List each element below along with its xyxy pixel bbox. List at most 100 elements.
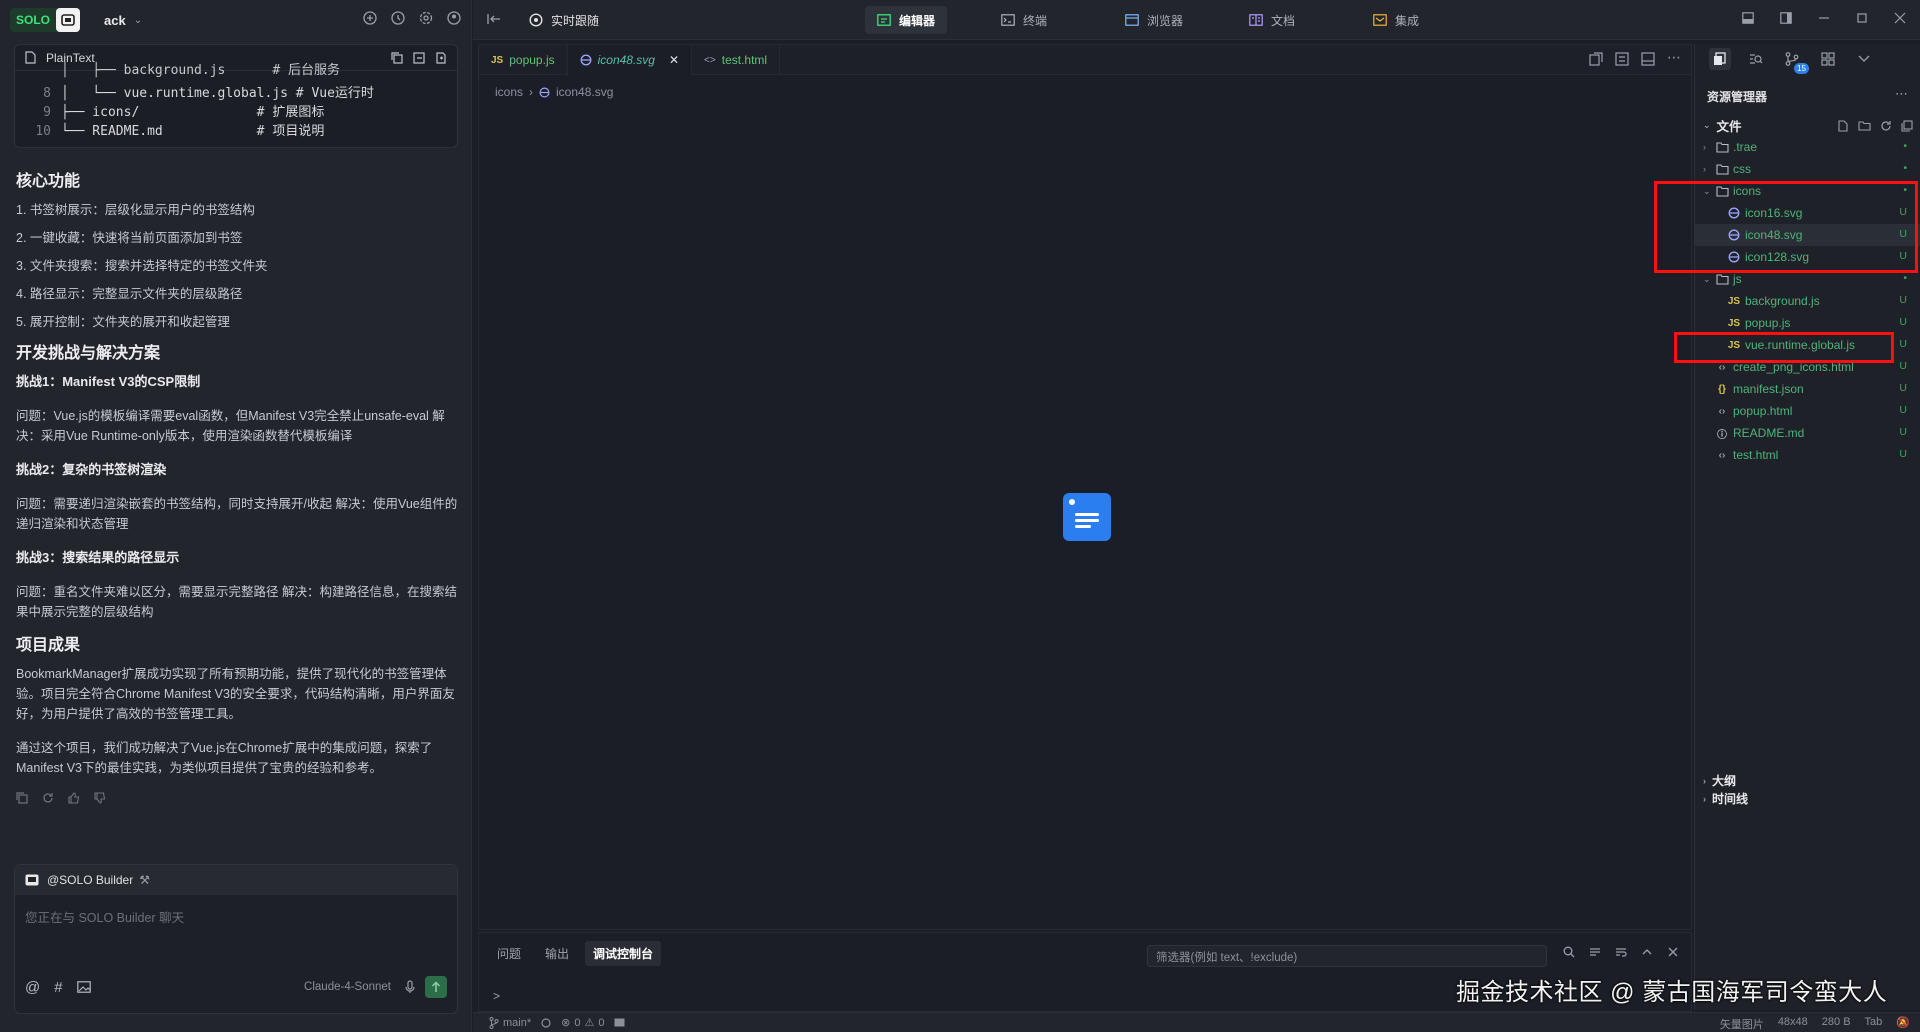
- microphone-icon[interactable]: [405, 980, 415, 994]
- branch-indicator[interactable]: main*: [489, 1016, 531, 1029]
- chat-input[interactable]: 您正在与 SOLO Builder 聊天: [15, 895, 457, 965]
- error-count: 0: [574, 1016, 581, 1029]
- chat-input-footer: @ # Claude-4-Sonnet: [15, 965, 457, 1009]
- account-icon[interactable]: [446, 10, 462, 26]
- git-status-badge: U: [1899, 382, 1907, 394]
- git-status-badge: U: [1899, 294, 1907, 306]
- tab-debug-console[interactable]: 调试控制台: [585, 941, 662, 966]
- refresh-icon[interactable]: [1880, 120, 1892, 132]
- close-panel-icon[interactable]: [1667, 946, 1679, 958]
- editor-icon: [877, 14, 891, 26]
- close-icon[interactable]: [1894, 12, 1906, 24]
- more-icon[interactable]: ⋯: [1667, 50, 1681, 66]
- html-file-icon: ‹›: [1718, 361, 1726, 373]
- solo-badge[interactable]: SOLO: [10, 8, 81, 32]
- timeline-section[interactable]: › 时间线: [1703, 790, 1748, 807]
- tree-item[interactable]: {} manifest.json U: [1695, 378, 1920, 400]
- breadcrumb-file[interactable]: icon48.svg: [556, 85, 613, 99]
- svg-file-icon: [580, 54, 592, 66]
- chevron-down-icon[interactable]: ⌄: [134, 15, 142, 26]
- send-button[interactable]: [425, 976, 447, 998]
- minimize-icon[interactable]: [1818, 12, 1830, 24]
- outline-section[interactable]: › 大纲: [1703, 772, 1736, 789]
- problems-indicator[interactable]: ⊗ 0 ⚠ 0: [561, 1016, 604, 1030]
- tab-browser[interactable]: 浏览器: [1113, 6, 1195, 34]
- collapse-panel-icon[interactable]: [487, 13, 501, 25]
- notifications-icon[interactable]: 🔕: [1896, 1016, 1910, 1032]
- new-folder-icon[interactable]: [1858, 120, 1871, 132]
- window-controls: [1742, 12, 1906, 24]
- close-tab-icon[interactable]: ✕: [669, 53, 679, 67]
- copy-icon[interactable]: [16, 792, 28, 804]
- tree-item[interactable]: ‹› popup.html U: [1695, 400, 1920, 422]
- open-preview-icon[interactable]: [1589, 52, 1603, 66]
- live-follow-button[interactable]: 实时跟随: [517, 6, 611, 34]
- code-block: PlainText │ ├── background.js # 后台服务 8 │ …: [14, 44, 458, 148]
- search-icon[interactable]: [1563, 946, 1575, 958]
- source-control-icon[interactable]: 15: [1781, 48, 1809, 74]
- model-selector[interactable]: Claude-4-Sonnet: [304, 981, 391, 993]
- breadcrumb-separator: ›: [529, 85, 534, 99]
- breadcrumb-folder[interactable]: icons: [495, 85, 523, 99]
- tab-output[interactable]: 输出: [537, 941, 577, 966]
- tree-item[interactable]: › css •: [1695, 158, 1920, 180]
- image-icon[interactable]: [76, 981, 91, 993]
- tab-integrations[interactable]: 集成: [1361, 6, 1431, 34]
- console-prompt[interactable]: >: [493, 989, 500, 1003]
- extensions-icon[interactable]: [1817, 48, 1839, 70]
- heading-results: 项目成果: [16, 637, 81, 654]
- compare-icon[interactable]: [1615, 52, 1629, 66]
- tab-editor-label: 编辑器: [899, 13, 936, 28]
- filter-input[interactable]: 筛选器(例如 text、!exclude): [1147, 945, 1547, 967]
- indent-mode[interactable]: Tab: [1865, 1016, 1883, 1032]
- agent-selector[interactable]: @SOLO Builder ⚒: [15, 865, 457, 895]
- json-file-icon: {}: [1718, 383, 1726, 395]
- feature-item: 5. 展开控制：文件夹的展开和收起管理: [16, 315, 230, 329]
- split-editor-icon[interactable]: [1641, 52, 1655, 66]
- thumbs-down-icon[interactable]: [94, 792, 106, 804]
- editor-tab-test-html[interactable]: <> test.html: [692, 45, 781, 75]
- search-icon[interactable]: [1745, 48, 1767, 70]
- chevron-down-icon[interactable]: [1853, 48, 1875, 70]
- chevron-up-icon[interactable]: [1641, 946, 1653, 958]
- word-wrap-icon[interactable]: [1615, 946, 1627, 958]
- tab-terminal[interactable]: 终端: [989, 6, 1059, 34]
- maximize-icon[interactable]: [1856, 12, 1868, 24]
- explorer-tabs: 15: [1709, 48, 1875, 74]
- files-icon[interactable]: [1709, 48, 1731, 70]
- thumbs-up-icon[interactable]: [68, 792, 80, 804]
- hash-icon[interactable]: #: [54, 979, 62, 996]
- new-file-icon[interactable]: [1837, 119, 1849, 132]
- clear-icon[interactable]: [1589, 946, 1601, 958]
- regenerate-icon[interactable]: [42, 792, 54, 804]
- tree-item[interactable]: JS popup.js U: [1695, 312, 1920, 334]
- terminal-icon[interactable]: [614, 1018, 625, 1027]
- new-chat-icon[interactable]: [362, 10, 378, 26]
- history-icon[interactable]: [390, 10, 406, 26]
- tree-item[interactable]: ⓘ README.md U: [1695, 422, 1920, 444]
- settings-icon[interactable]: [418, 10, 434, 26]
- editor-tab-popup-js[interactable]: JS popup.js: [479, 45, 568, 75]
- tab-docs[interactable]: 文档: [1237, 6, 1307, 34]
- folder-open-icon: [1715, 273, 1729, 285]
- tree-item[interactable]: JS background.js U: [1695, 290, 1920, 312]
- file-size: 280 B: [1821, 1016, 1851, 1028]
- tab-problems[interactable]: 问题: [489, 941, 529, 966]
- collapse-all-icon[interactable]: [1901, 119, 1913, 132]
- files-section-label: 文件: [1716, 120, 1742, 134]
- file-type[interactable]: 矢量图片: [1720, 1016, 1764, 1032]
- editor-tab-icon48-svg[interactable]: icon48.svg ✕: [567, 45, 693, 75]
- html-file-icon: ‹›: [1718, 449, 1726, 461]
- code-line: 8 │ └── vue.runtime.global.js # Vue运行时: [25, 84, 447, 103]
- files-section-header[interactable]: ⌄ 文件: [1703, 116, 1913, 135]
- sync-icon[interactable]: [541, 1017, 551, 1028]
- project-name[interactable]: ack: [104, 13, 126, 28]
- toggle-sidebar-icon[interactable]: [1780, 12, 1792, 24]
- more-icon[interactable]: ⋯: [1895, 86, 1908, 102]
- tree-item[interactable]: › .trae •: [1695, 136, 1920, 158]
- tab-editor[interactable]: 编辑器: [865, 6, 948, 34]
- toggle-bottom-panel-icon[interactable]: [1742, 12, 1754, 24]
- mention-icon[interactable]: @: [25, 979, 40, 996]
- tree-item[interactable]: ‹› test.html U: [1695, 444, 1920, 466]
- challenge-1-title: 挑战1：Manifest V3的CSP限制: [16, 374, 201, 389]
